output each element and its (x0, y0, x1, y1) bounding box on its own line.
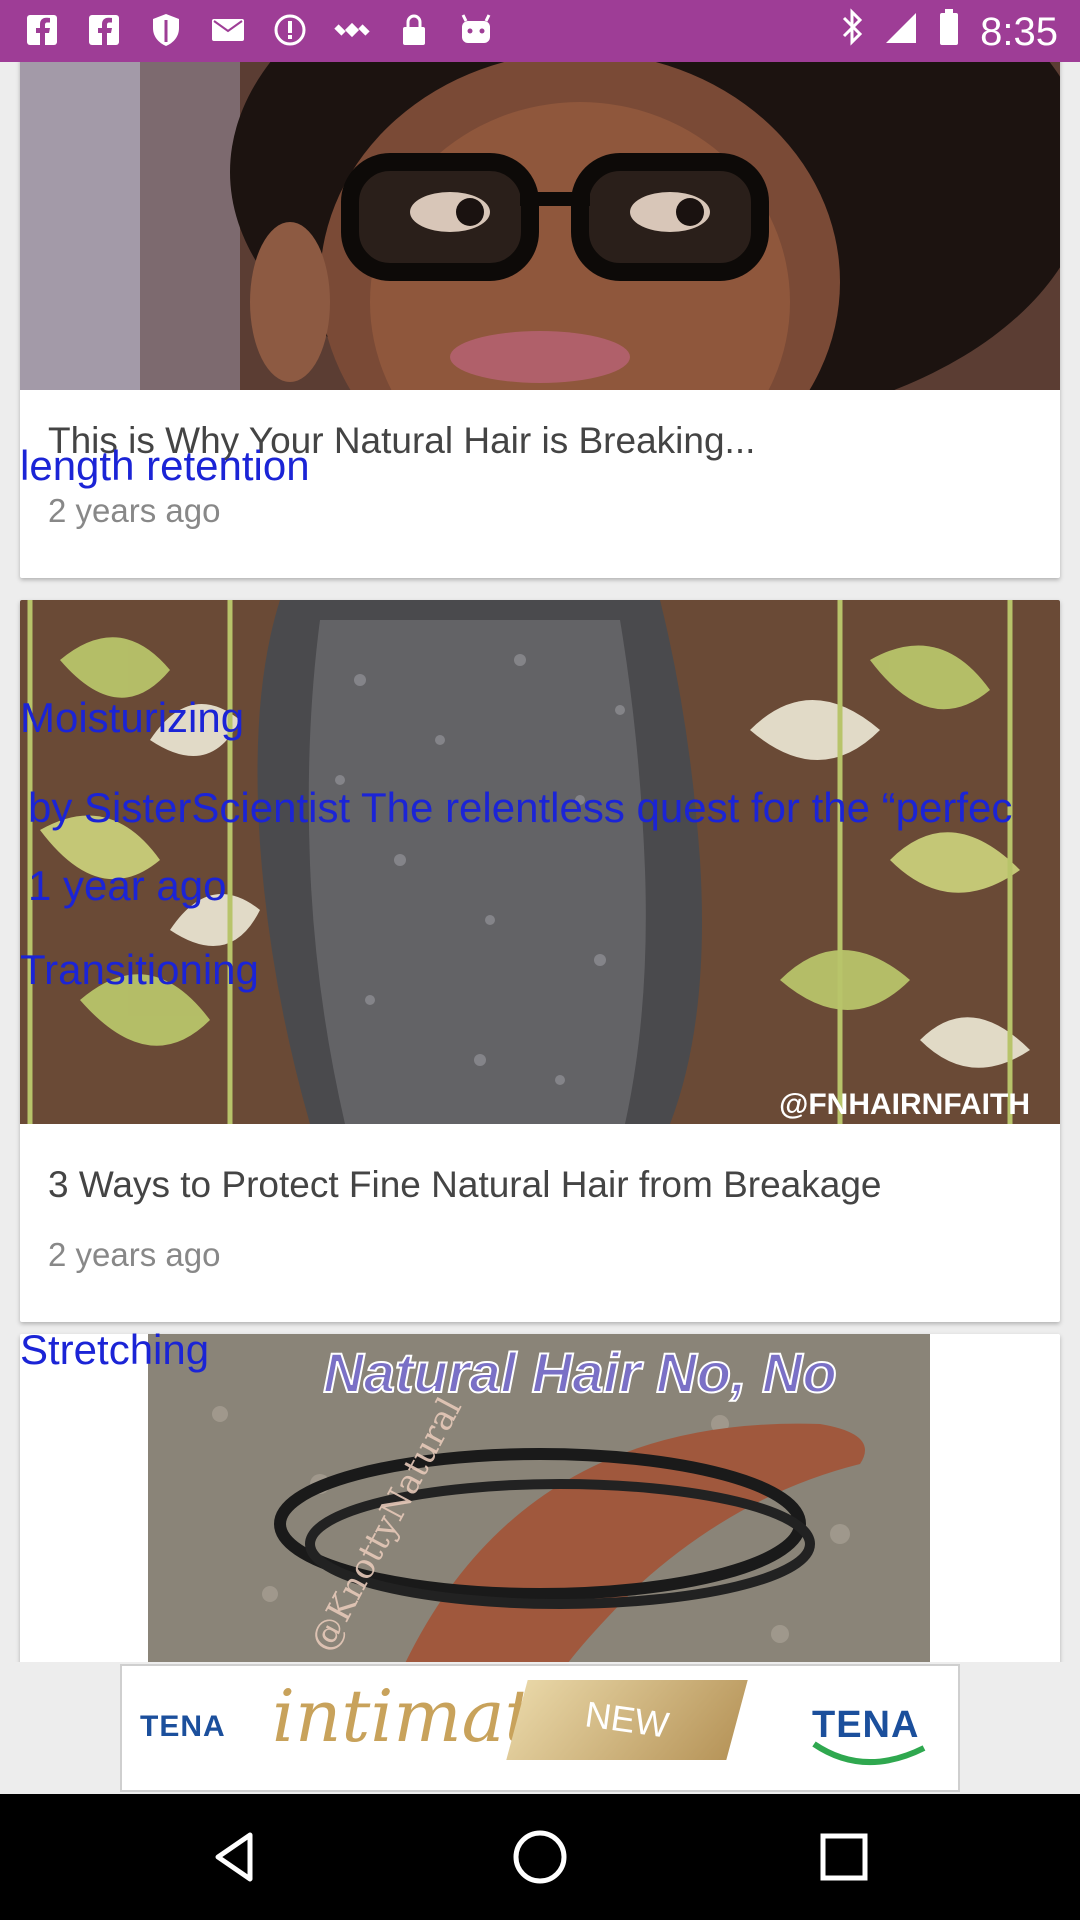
shield-icon (146, 10, 186, 50)
ad-banner[interactable]: TENA intimates NEW TENA (120, 1664, 960, 1792)
overlay-stretching[interactable]: Stretching (20, 1326, 209, 1374)
battery-icon (938, 8, 960, 56)
bluetooth-icon (840, 8, 864, 56)
clock: 8:35 (980, 9, 1058, 54)
recents-icon[interactable] (814, 1827, 874, 1887)
article-time: 2 years ago (48, 492, 221, 529)
ad-ribbon-label: NEW (582, 1693, 672, 1746)
back-icon[interactable] (206, 1827, 266, 1887)
ad-brand-left: TENA (140, 1710, 226, 1743)
article-image[interactable]: Natural Hair No, No @KnottyNatural (20, 1334, 1060, 1662)
article-image[interactable] (20, 62, 1060, 390)
facebook-icon (84, 10, 124, 50)
lock-icon (394, 10, 434, 50)
notification-icons (22, 10, 496, 50)
ad-swoosh-icon (812, 1741, 926, 1765)
hair-tie-photo: Natural Hair No, No @KnottyNatural (20, 1334, 1060, 1662)
facebook-icon (22, 10, 62, 50)
status-bar: 8:35 (0, 0, 1080, 62)
overlay-transitioning[interactable]: Transitioning (20, 946, 259, 994)
signal-icon (884, 10, 918, 55)
navigation-bar (0, 1794, 1080, 1920)
overlay-moisturizing[interactable]: Moisturizing (20, 694, 244, 742)
mail-icon (208, 10, 248, 50)
article-card[interactable]: This is Why Your Natural Hair is Breakin… (20, 62, 1060, 578)
image-caption: Natural Hair No, No (323, 1341, 836, 1404)
home-icon[interactable] (510, 1827, 570, 1887)
overlay-time: 1 year ago (28, 862, 227, 909)
overlay-excerpt[interactable]: by SisterScientist The relentless quest … (28, 784, 1012, 832)
status-right: 8:35 (840, 8, 1058, 56)
article-card[interactable]: Natural Hair No, No @KnottyNatural (20, 1334, 1060, 1662)
article-title[interactable]: 3 Ways to Protect Fine Natural Hair from… (48, 1164, 882, 1206)
overlay-length-retention[interactable]: length retention (20, 442, 310, 490)
image-caption: @FNHAIRNFAITH (779, 1088, 1030, 1121)
satellite-icon (332, 10, 372, 50)
circle-icon (270, 10, 310, 50)
portrait-photo (20, 62, 1060, 390)
android-icon (456, 10, 496, 50)
ad-ribbon: NEW (506, 1680, 748, 1760)
article-time: 2 years ago (48, 1236, 221, 1273)
